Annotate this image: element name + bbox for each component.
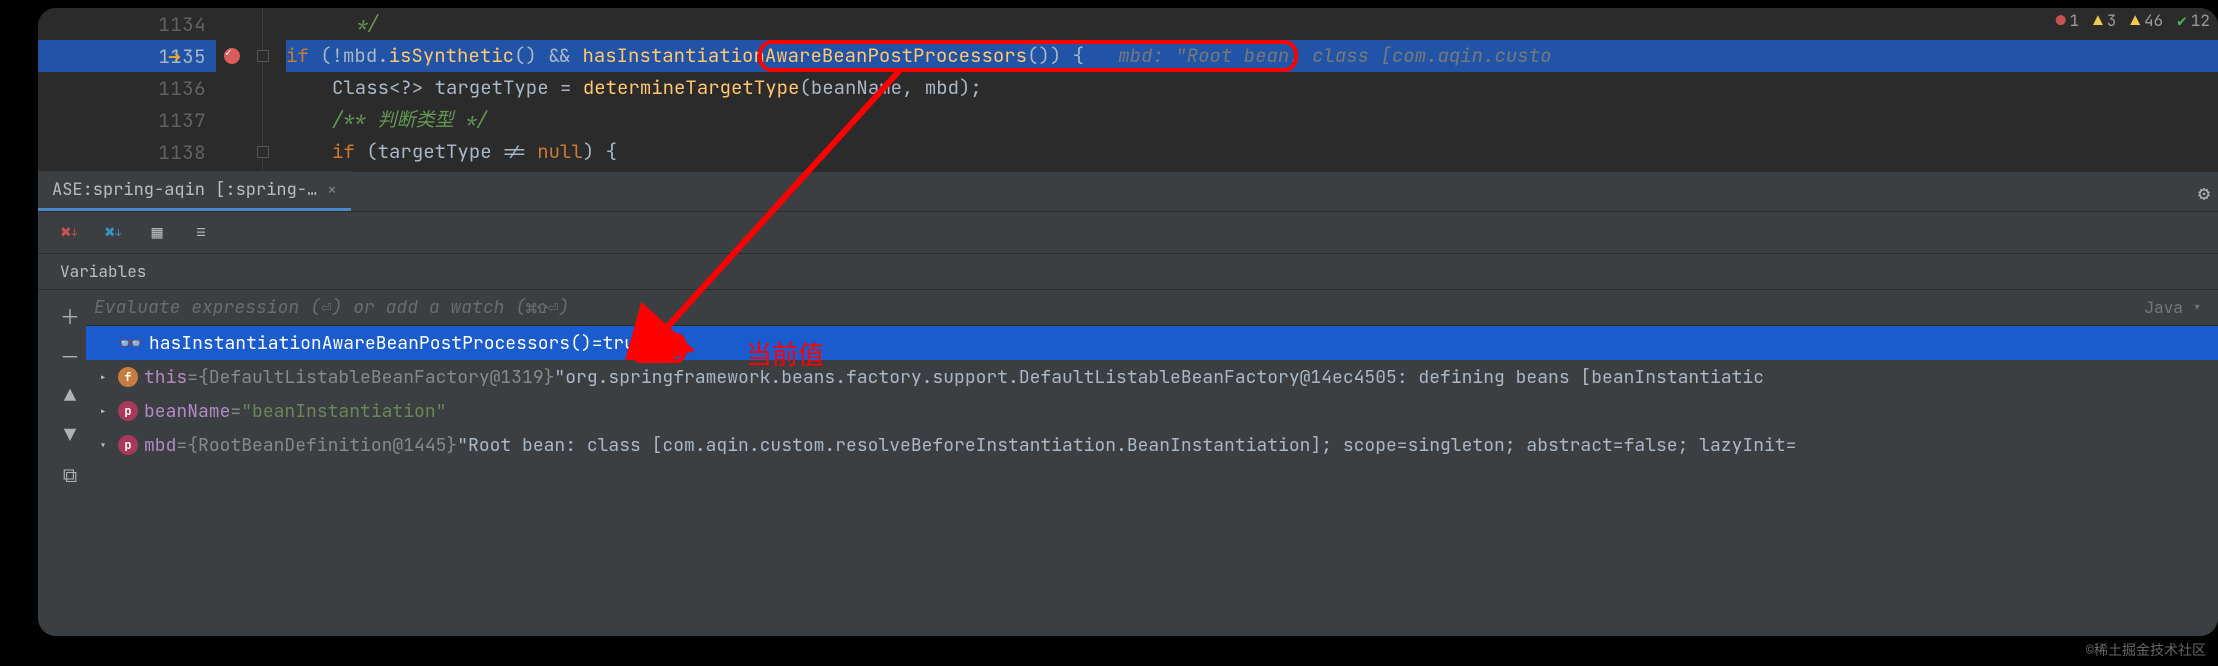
line-number: 1134: [158, 12, 206, 37]
variable-row[interactable]: ▸ p beanName = "beanInstantiation": [86, 394, 2218, 428]
glasses-icon: 👓: [118, 330, 143, 356]
editor-gutter[interactable]: 1134 1135 ➔ ✓ 1136 1137 1138: [38, 8, 216, 172]
var-value: "Root bean: class [com.aqin.custom.resol…: [457, 434, 1796, 457]
var-value: "beanInstantiation": [241, 400, 446, 423]
watch-result-row[interactable]: 👓 hasInstantiationAwareBeanPostProcessor…: [86, 326, 2218, 360]
var-name: hasInstantiationAwareBeanPostProcessors(…: [149, 332, 592, 355]
remove-watch-icon[interactable]: ✖↓: [58, 222, 80, 244]
var-value: true: [603, 332, 646, 355]
evaluate-input[interactable]: Evaluate expression (⏎) or add a watch (…: [86, 290, 2218, 326]
fold-toggle-icon[interactable]: [257, 146, 269, 158]
variable-row[interactable]: ▸ f this = {DefaultListableBeanFactory@1…: [86, 360, 2218, 394]
debug-tab[interactable]: ASE:spring-aqin [:spring-… ×: [38, 171, 351, 211]
watermark: ©稀土掘金技术社区: [2086, 640, 2206, 660]
remove-icon[interactable]: －: [55, 340, 85, 370]
fold-toggle-icon[interactable]: [257, 50, 269, 62]
variable-row[interactable]: ▾ p mbd = {RootBeanDefinition@1445} "Roo…: [86, 428, 2218, 462]
calculator-icon[interactable]: ▦: [146, 222, 168, 244]
debug-tab-bar: ASE:spring-aqin [:spring-… × ⚙: [38, 172, 2218, 212]
inspection-status: ● 1 ▲ 3 ▲ 46 ✔ 12: [2056, 10, 2210, 31]
placeholder-text: Evaluate expression (⏎) or add a watch (…: [94, 296, 569, 319]
line-number: 1137: [158, 108, 206, 133]
var-name: beanName: [144, 400, 230, 423]
variables-header: Variables: [38, 254, 2218, 290]
side-rail: ＋ － ▲ ▼ ⧉: [38, 300, 102, 490]
code-text: */: [286, 11, 379, 36]
execution-pointer-icon: ➔: [168, 42, 181, 71]
gear-icon[interactable]: ⚙: [2198, 180, 2210, 206]
breakpoint-verified-icon: ✓: [225, 46, 232, 60]
close-icon[interactable]: ×: [327, 179, 337, 200]
param-icon: p: [118, 435, 138, 455]
param-icon: p: [118, 401, 138, 421]
filter-icon[interactable]: ≡: [190, 222, 212, 244]
line-number: 1136: [158, 76, 206, 101]
code-editor[interactable]: ● 1 ▲ 3 ▲ 46 ✔ 12 1134 1135 ➔ ✓ 1136 113…: [38, 8, 2218, 172]
line-number: 1138: [158, 140, 206, 165]
line-number: 1135: [158, 44, 206, 69]
down-icon[interactable]: ▼: [55, 420, 85, 450]
language-picker[interactable]: Java ▾: [2144, 297, 2202, 318]
var-name: this: [144, 366, 187, 389]
debug-toolbar: ✖↓ ✖↓ ▦ ≡: [38, 212, 2218, 254]
var-name: mbd: [144, 434, 176, 457]
current-line[interactable]: if (!mbd.isSynthetic() && hasInstantiati…: [286, 40, 2218, 72]
tab-label: ASE:spring-aqin [:spring-…: [52, 179, 317, 201]
var-value: "org.springframework.beans.factory.suppo…: [554, 366, 1764, 389]
up-icon[interactable]: ▲: [55, 380, 85, 410]
add-watch-icon[interactable]: ✖↓: [102, 222, 124, 244]
add-icon[interactable]: ＋: [55, 300, 85, 330]
copy-icon[interactable]: ⧉: [55, 460, 85, 490]
debug-panel: ASE:spring-aqin [:spring-… × ⚙ ✖↓ ✖↓ ▦ ≡…: [38, 172, 2218, 636]
field-icon: f: [118, 367, 138, 387]
